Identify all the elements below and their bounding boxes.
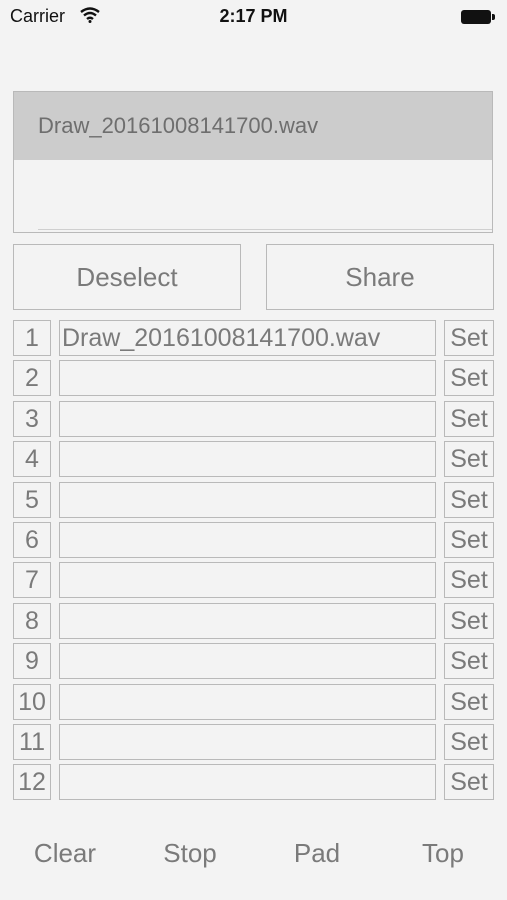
slot-file-field[interactable] — [59, 602, 436, 639]
slot-row: 6 Set — [13, 522, 494, 558]
file-list-item-selected[interactable]: Draw_20161008141700.wav — [14, 92, 492, 160]
slot-row: 2 Set — [13, 360, 494, 397]
slot-file-field[interactable] — [59, 522, 436, 558]
set-button[interactable]: Set — [444, 683, 494, 720]
slot-file-field[interactable] — [59, 481, 436, 518]
slot-row: 1 Draw_20161008141700.wav Set — [13, 320, 494, 356]
slot-file-field[interactable] — [59, 683, 436, 720]
slot-number: 8 — [13, 602, 51, 639]
slot-number: 5 — [13, 481, 51, 518]
slot-number: 6 — [13, 522, 51, 558]
deselect-button[interactable]: Deselect — [13, 244, 241, 310]
slot-row: 5 Set — [13, 481, 494, 518]
clock: 2:17 PM — [219, 6, 288, 26]
set-button[interactable]: Set — [444, 400, 494, 437]
slot-number: 12 — [13, 764, 51, 801]
slot-file-field[interactable] — [59, 400, 436, 437]
slot-number: 2 — [13, 360, 51, 397]
slot-file-field[interactable]: Draw_20161008141700.wav — [59, 320, 436, 356]
set-button[interactable]: Set — [444, 764, 494, 801]
set-button[interactable]: Set — [444, 643, 494, 680]
set-button[interactable]: Set — [444, 602, 494, 639]
divider — [38, 229, 492, 230]
set-button[interactable]: Set — [444, 724, 494, 760]
set-button[interactable]: Set — [444, 562, 494, 599]
set-button[interactable]: Set — [444, 481, 494, 518]
slot-row: 9 Set — [13, 643, 494, 680]
slot-number: 11 — [13, 724, 51, 760]
slot-number: 9 — [13, 643, 51, 680]
slot-file-field[interactable] — [59, 360, 436, 397]
battery-icon — [461, 10, 495, 24]
slot-row: 3 Set — [13, 400, 494, 437]
slot-file-field[interactable] — [59, 562, 436, 599]
slot-number: 4 — [13, 441, 51, 478]
stop-button[interactable]: Stop — [130, 838, 250, 869]
clear-button[interactable]: Clear — [5, 838, 125, 869]
slot-number: 1 — [13, 320, 51, 356]
slot-row: 7 Set — [13, 562, 494, 599]
slot-row: 8 Set — [13, 602, 494, 639]
slot-row: 12 Set — [13, 764, 494, 801]
file-name: Draw_20161008141700.wav — [38, 113, 319, 138]
share-button[interactable]: Share — [266, 244, 494, 310]
slot-file-field[interactable] — [59, 441, 436, 478]
slot-row: 4 Set — [13, 441, 494, 478]
set-button[interactable]: Set — [444, 360, 494, 397]
slot-file-field[interactable] — [59, 724, 436, 760]
file-list[interactable]: Draw_20161008141700.wav — [13, 91, 493, 233]
slot-file-field[interactable] — [59, 643, 436, 680]
set-button[interactable]: Set — [444, 320, 494, 356]
slot-row: 11 Set — [13, 724, 494, 760]
slot-number: 7 — [13, 562, 51, 599]
pad-button[interactable]: Pad — [257, 838, 377, 869]
slot-row: 10 Set — [13, 683, 494, 720]
slot-number: 10 — [13, 683, 51, 720]
set-button[interactable]: Set — [444, 522, 494, 558]
slot-number: 3 — [13, 400, 51, 437]
slot-file-field[interactable] — [59, 764, 436, 801]
set-button[interactable]: Set — [444, 441, 494, 478]
top-button[interactable]: Top — [383, 838, 503, 869]
status-bar: Carrier 2:17 PM — [0, 0, 507, 36]
